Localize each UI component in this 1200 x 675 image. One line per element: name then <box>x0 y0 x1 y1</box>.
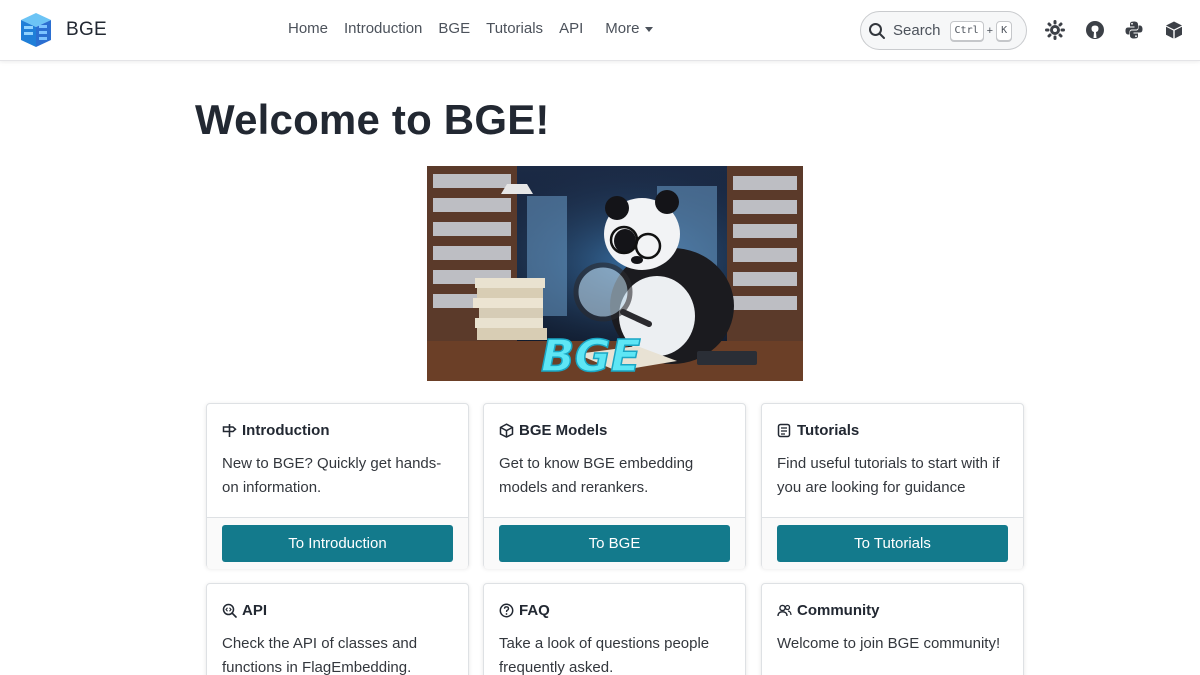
to-bge-button[interactable]: To BGE <box>499 525 730 562</box>
card-heading: Community <box>777 602 1008 619</box>
main-nav: Home Introduction BGE Tutorials API More <box>288 20 654 37</box>
card-title: Introduction <box>242 422 330 439</box>
community-icon <box>777 604 792 617</box>
card-description: Get to know BGE embedding models and rer… <box>499 455 694 496</box>
search-label: Search <box>893 22 941 39</box>
hero-image-panda-library: BGE <box>427 166 803 381</box>
shortcut-plus: + <box>986 24 994 37</box>
package-icon[interactable] <box>1164 20 1184 40</box>
card-heading: Introduction <box>222 422 453 439</box>
github-icon[interactable] <box>1085 20 1105 40</box>
card-introduction: Introduction New to BGE? Quickly get han… <box>206 403 469 569</box>
search-icon <box>869 22 885 39</box>
question-icon <box>499 603 514 618</box>
hero-bge-text: BGE <box>541 331 641 381</box>
page-title: Welcome to BGE! <box>195 96 550 143</box>
nav-introduction[interactable]: Introduction <box>344 20 422 37</box>
card-heading: FAQ <box>499 602 730 619</box>
top-navbar: BGE Home Introduction BGE Tutorials API … <box>0 0 1200 61</box>
card-api: API Check the API of classes and functio… <box>206 583 469 675</box>
python-icon[interactable] <box>1124 20 1144 40</box>
shortcut-key-ctrl: Ctrl <box>949 20 984 41</box>
to-introduction-button[interactable]: To Introduction <box>222 525 453 562</box>
card-faq: FAQ Take a look of questions people freq… <box>483 583 746 675</box>
scroll-icon <box>777 423 791 438</box>
card-heading: BGE Models <box>499 422 730 439</box>
card-bge-models: BGE Models Get to know BGE embedding mod… <box>483 403 746 569</box>
search-code-icon <box>222 603 237 618</box>
card-title: Community <box>797 602 880 619</box>
card-title: BGE Models <box>519 422 608 439</box>
cube-icon <box>499 423 514 438</box>
card-description: Welcome to join BGE community! <box>777 635 1001 652</box>
search-button[interactable]: Search Ctrl + K <box>860 11 1027 50</box>
card-heading: API <box>222 602 453 619</box>
card-footer: To BGE <box>484 517 745 569</box>
brand[interactable]: BGE <box>18 11 107 49</box>
bge-logo-icon <box>21 13 51 47</box>
card-footer: To Introduction <box>207 517 468 569</box>
card-title: API <box>242 602 268 619</box>
theme-toggle-icon[interactable] <box>1045 20 1065 40</box>
caret-down-icon <box>645 26 654 32</box>
card-description: Check the API of classes and functions i… <box>222 635 418 675</box>
nav-bge[interactable]: BGE <box>438 20 470 37</box>
card-tutorials: Tutorials Find useful tutorials to start… <box>761 403 1024 569</box>
card-title: Tutorials <box>797 422 860 439</box>
card-title: FAQ <box>519 602 550 619</box>
card-description: Find useful tutorials to start with if y… <box>777 455 1000 496</box>
card-heading: Tutorials <box>777 422 1008 439</box>
nav-more-dropdown[interactable]: More <box>605 20 654 37</box>
signpost-icon <box>222 424 237 437</box>
to-tutorials-button[interactable]: To Tutorials <box>777 525 1008 562</box>
card-description: New to BGE? Quickly get hands-on informa… <box>222 455 442 496</box>
card-community: Community Welcome to join BGE community! <box>761 583 1024 675</box>
card-footer: To Tutorials <box>762 517 1023 569</box>
nav-tutorials[interactable]: Tutorials <box>486 20 543 37</box>
brand-name: BGE <box>66 19 108 40</box>
card-description: Take a look of questions people frequent… <box>499 635 710 675</box>
nav-api[interactable]: API <box>559 20 583 37</box>
shortcut-key-k: K <box>996 20 1013 41</box>
nav-home[interactable]: Home <box>288 20 328 37</box>
nav-more-label: More <box>605 20 640 37</box>
